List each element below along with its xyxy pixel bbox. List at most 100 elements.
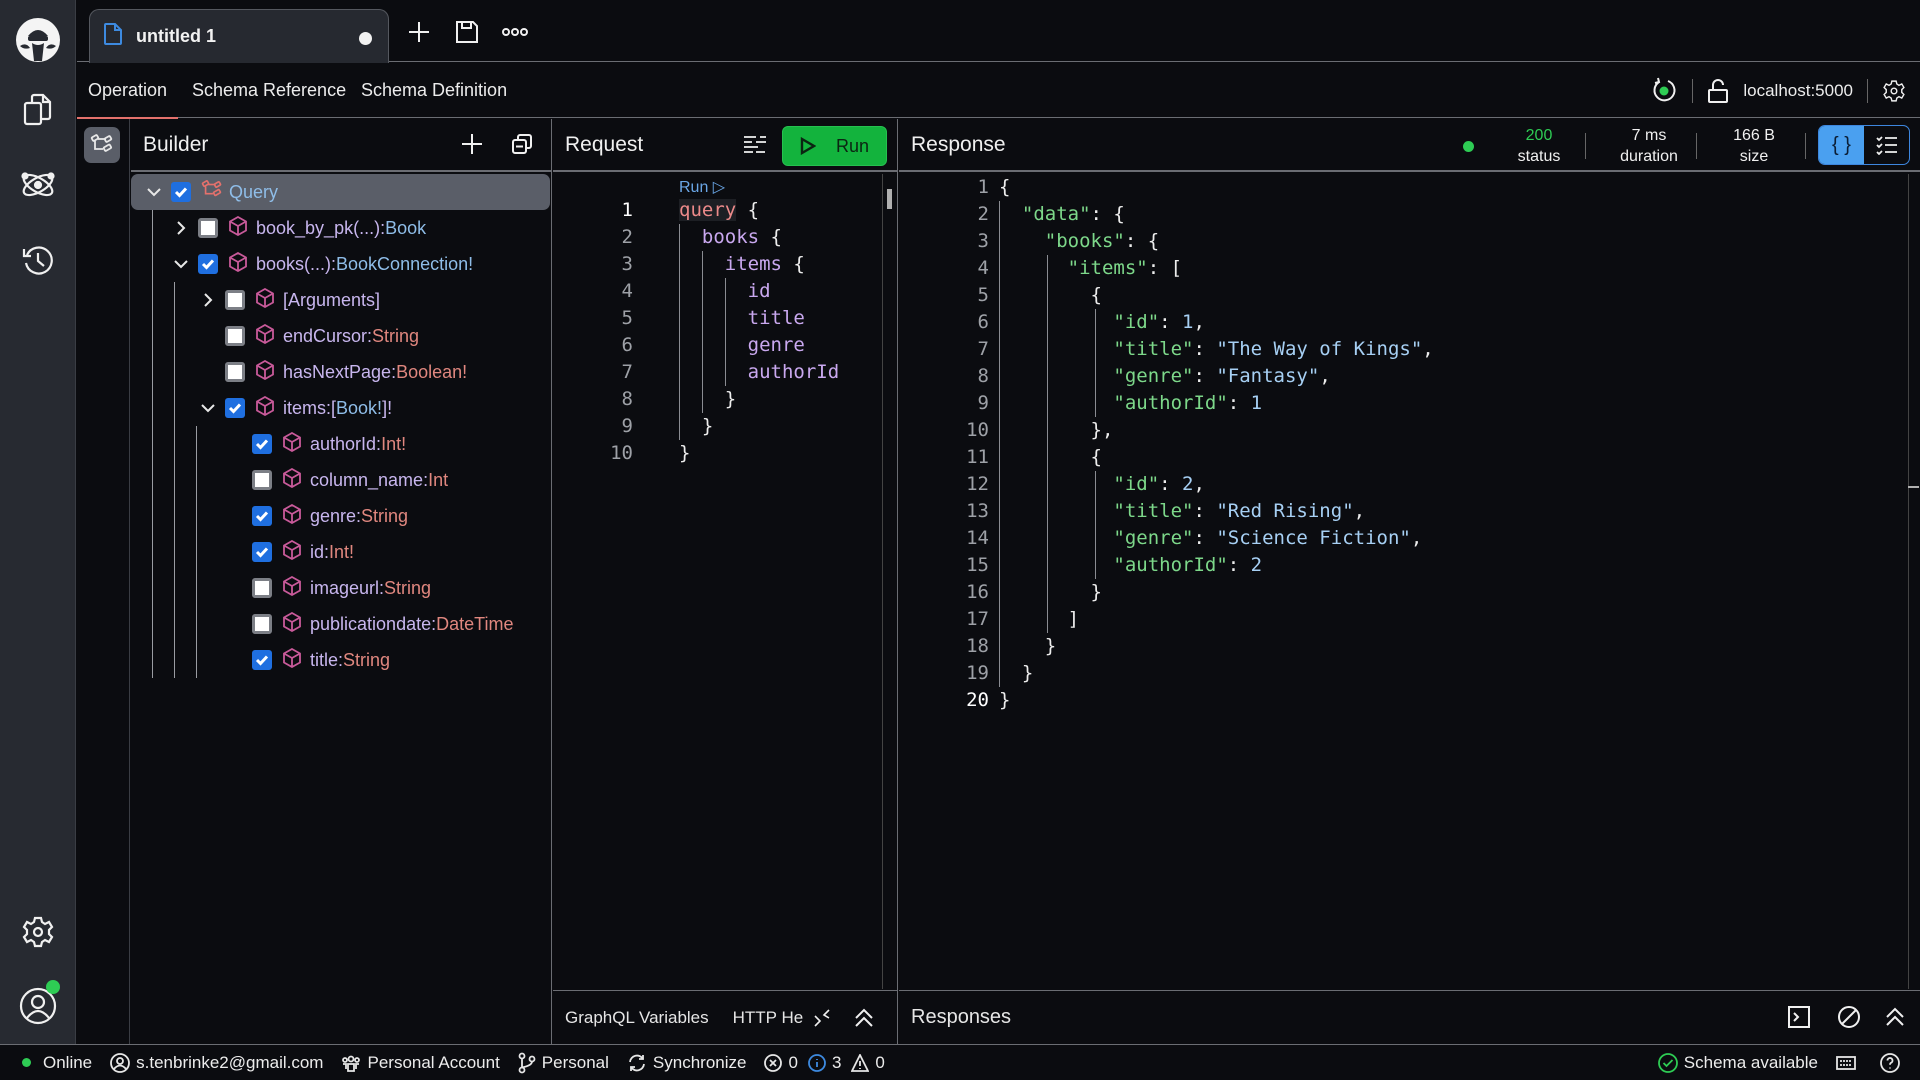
tab-operation[interactable]: Operation [76, 63, 179, 119]
response-scroll-thumb[interactable] [1908, 486, 1919, 488]
field-checkbox[interactable] [252, 614, 272, 634]
tree-item[interactable]: hasNextPage: Boolean! [197, 354, 467, 390]
tree-root-query[interactable]: Query [131, 174, 550, 210]
online-status[interactable]: Online [22, 1053, 92, 1073]
field-checkbox[interactable] [198, 218, 218, 238]
unsaved-indicator[interactable] [359, 32, 372, 45]
field-checkbox[interactable] [252, 650, 272, 670]
expand-panel-button[interactable] [853, 1007, 875, 1029]
tab-http-headers[interactable]: HTTP He [733, 1008, 804, 1028]
more-button[interactable] [501, 18, 529, 46]
tree-item-type: String [384, 577, 432, 598]
chevron-right-icon[interactable] [224, 541, 246, 563]
collapse-all-button[interactable] [511, 133, 533, 155]
responses-title[interactable]: Responses [911, 1006, 1011, 1029]
tree-item[interactable]: books(...): BookConnection! [170, 246, 473, 282]
save-button[interactable] [453, 18, 481, 46]
line-number: 3 [977, 230, 989, 252]
tree-item[interactable]: title: String [224, 642, 390, 678]
chevron-right-icon[interactable] [224, 433, 246, 455]
tabs-overflow-button[interactable] [813, 1008, 831, 1028]
workspace-selector[interactable]: Personal [518, 1052, 609, 1074]
duration-label: duration [1620, 147, 1678, 165]
prettify-button[interactable] [743, 134, 767, 156]
editor-scrollbar[interactable] [887, 189, 892, 209]
run-codelens[interactable]: Run ▷ [679, 177, 725, 197]
chevron-right-icon[interactable] [197, 289, 219, 311]
tab-schema-definition[interactable]: Schema Definition [361, 63, 507, 118]
field-checkbox[interactable] [225, 290, 245, 310]
field-checkbox[interactable] [252, 434, 272, 454]
tree-item[interactable]: [Arguments] [197, 282, 380, 318]
warnings-count[interactable]: 0 [851, 1053, 885, 1073]
infos-count[interactable]: 3 [808, 1053, 841, 1073]
schema-status[interactable]: Schema available [1657, 1053, 1818, 1073]
chevron-right-icon[interactable] [197, 361, 219, 383]
field-checkbox[interactable] [252, 542, 272, 562]
field-checkbox[interactable] [225, 326, 245, 346]
tree-item[interactable]: id: Int! [224, 534, 354, 570]
tree-item[interactable]: endCursor: String [197, 318, 419, 354]
add-operation-button[interactable] [461, 133, 483, 155]
chevron-down-icon[interactable] [197, 397, 219, 419]
cube-icon [282, 467, 302, 493]
status-bar-right: Schema available [1657, 1045, 1920, 1080]
tab-graphql-variables[interactable]: GraphQL Variables [565, 1008, 709, 1028]
account-icon[interactable] [18, 980, 60, 1026]
reload-schema-button[interactable] [1650, 77, 1678, 105]
expand-responses-button[interactable] [1884, 1006, 1906, 1028]
document-tab[interactable]: untitled 1 [89, 9, 389, 63]
chevron-right-icon[interactable] [224, 577, 246, 599]
endpoint-url[interactable]: localhost:5000 [1743, 81, 1853, 101]
chevron-down-icon[interactable] [170, 253, 192, 275]
keyboard-shortcuts-button[interactable] [1836, 1056, 1862, 1070]
run-button[interactable]: Run [782, 126, 887, 166]
tree-item[interactable]: genre: String [224, 498, 408, 534]
field-checkbox[interactable] [252, 470, 272, 490]
tab-schema-reference[interactable]: Schema Reference [192, 63, 346, 118]
user-email[interactable]: s.tenbrinke2@gmail.com [110, 1053, 323, 1073]
field-checkbox[interactable] [225, 362, 245, 382]
chevron-right-icon[interactable] [224, 505, 246, 527]
field-checkbox[interactable] [171, 182, 191, 202]
tree-item[interactable]: items: [Book!]! [197, 390, 392, 426]
atom-icon[interactable] [18, 165, 58, 205]
tabs-overflow-icon [814, 1008, 830, 1027]
code-line: { [999, 446, 1102, 468]
line-number: 18 [966, 635, 989, 657]
field-checkbox[interactable] [225, 398, 245, 418]
json-view-button[interactable]: { } [1819, 126, 1864, 164]
chevron-right-icon[interactable] [170, 217, 192, 239]
terminal-button[interactable] [1788, 1006, 1810, 1028]
clear-responses-button[interactable] [1838, 1006, 1860, 1028]
list-view-button[interactable] [1864, 126, 1909, 164]
field-checkbox[interactable] [252, 506, 272, 526]
synchronize-button[interactable]: Synchronize [627, 1053, 746, 1073]
tree-item[interactable]: book_by_pk(...): Book [170, 210, 426, 246]
settings-icon[interactable] [18, 912, 58, 952]
app-logo-icon[interactable] [14, 16, 62, 64]
errors-count[interactable]: 0 [764, 1053, 798, 1073]
builder-toggle-button[interactable] [84, 127, 120, 163]
tree-item[interactable]: publicationdate: DateTime [224, 606, 513, 642]
chevron-right-icon[interactable] [224, 613, 246, 635]
tree-item[interactable]: column_name: Int [224, 462, 448, 498]
account-selector[interactable]: Personal Account [341, 1053, 500, 1073]
chevron-down-icon[interactable] [143, 181, 165, 203]
new-tab-button[interactable] [405, 18, 433, 46]
field-checkbox[interactable] [198, 254, 218, 274]
chevron-right-icon[interactable] [197, 325, 219, 347]
tree-item[interactable]: authorId: Int! [224, 426, 406, 462]
connection-settings-button[interactable] [1882, 79, 1906, 103]
documents-icon[interactable] [18, 90, 58, 130]
chevron-right-icon[interactable] [224, 469, 246, 491]
chevron-right-icon[interactable] [224, 649, 246, 671]
history-icon[interactable] [18, 240, 58, 280]
auth-lock-button[interactable] [1707, 78, 1729, 103]
field-checkbox[interactable] [252, 578, 272, 598]
help-button[interactable] [1880, 1053, 1906, 1073]
indent-guide [1095, 471, 1097, 579]
tree-item-type: String [343, 649, 391, 670]
tree-item[interactable]: imageurl: String [224, 570, 431, 606]
line-number: 8 [621, 388, 633, 410]
